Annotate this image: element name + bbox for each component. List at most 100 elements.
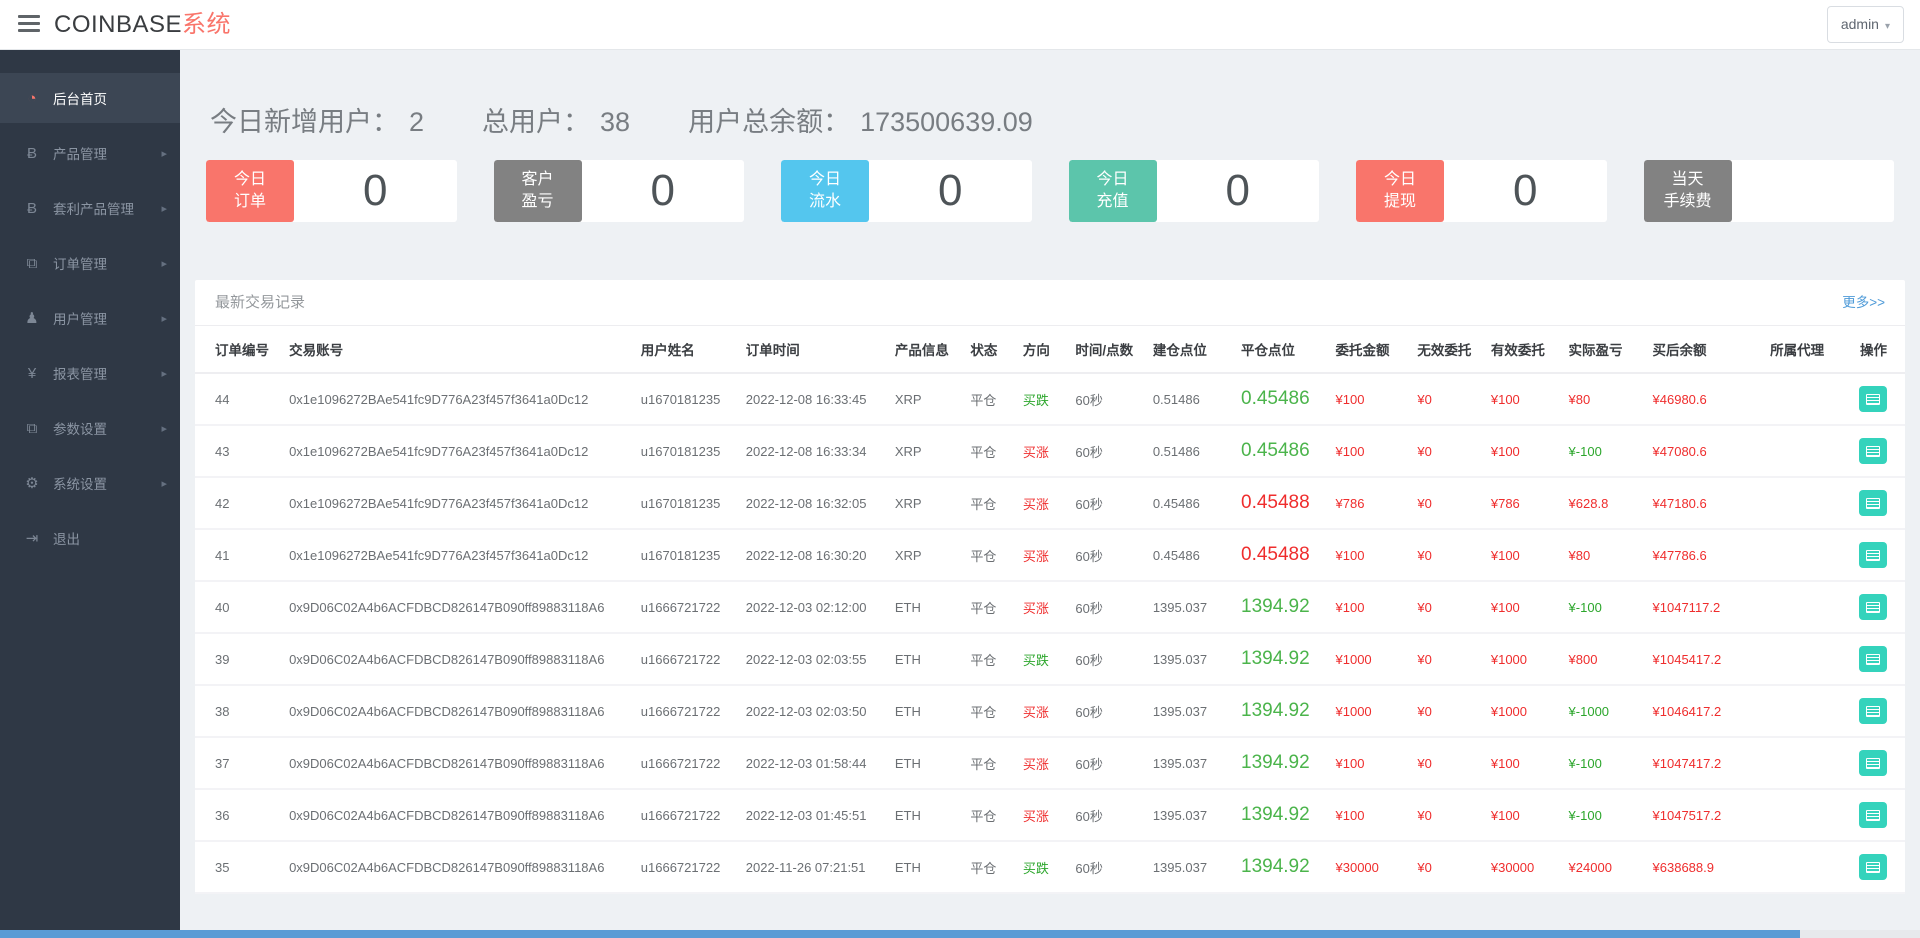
sidebar-item-arbitrage[interactable]: Ƀ 套利产品管理 ▸ <box>0 183 180 233</box>
stat-card-label-line: 手续费 <box>1663 193 1712 210</box>
sidebar-item-label: 退出 <box>53 532 80 547</box>
view-order-button[interactable] <box>1859 750 1887 776</box>
cell-id: 44 <box>195 373 282 426</box>
sidebar-item-users[interactable]: ♟ 用户管理 ▸ <box>0 293 180 343</box>
cell-dir: 买跌 <box>1014 633 1068 686</box>
view-order-button[interactable] <box>1859 646 1887 672</box>
cell-agent <box>1762 373 1849 426</box>
chevron-right-icon: ▸ <box>161 202 167 215</box>
app-logo-main: COINBASE <box>54 11 183 38</box>
chevron-right-icon: ▸ <box>161 422 167 435</box>
cell-action <box>1848 373 1905 426</box>
cell-open: 0.51486 <box>1144 373 1234 426</box>
sidebar-item-reports[interactable]: ¥ 报表管理 ▸ <box>0 348 180 398</box>
cell-action <box>1848 581 1905 634</box>
order-detail-icon <box>1866 497 1880 509</box>
stat-card-value <box>1732 160 1895 222</box>
app-logo: COINBASE系统 <box>54 0 231 49</box>
cell-close: 0.45488 <box>1233 529 1328 582</box>
sidebar-item-orders[interactable]: ⧉ 订单管理 ▸ <box>0 238 180 288</box>
logout-icon: ⇥ <box>25 530 39 547</box>
sidebar-item-params[interactable]: ⧉ 参数设置 ▸ <box>0 403 180 453</box>
stat-card-label-line: 今日 <box>233 170 266 188</box>
sidebar-item-products[interactable]: Ƀ 产品管理 ▸ <box>0 128 180 178</box>
sidebar-item-label: 系统设置 <box>53 477 107 492</box>
order-detail-icon <box>1866 393 1880 405</box>
summary-stats: 今日新增用户： 2 总用户： 38 用户总余额： 173500639.09 <box>210 100 1920 139</box>
cell-invalid: ¥0 <box>1409 529 1483 582</box>
table-row: 41 0x1e1096272BAe541fc9D776A23f457f3641a0… <box>195 529 1905 582</box>
chevron-right-icon: ▸ <box>161 312 167 325</box>
view-order-button[interactable] <box>1859 386 1887 412</box>
cell-action <box>1848 425 1905 478</box>
cell-valid: ¥100 <box>1482 789 1561 842</box>
stat-card-label: 今日 提现 <box>1356 160 1444 222</box>
main-content: 今日新增用户： 2 总用户： 38 用户总余额： 173500639.09 今日 订单 0… <box>180 50 1920 930</box>
table-row: 39 0x9D06C02A4b6ACFDBCD826147B090ff898831… <box>195 633 1905 686</box>
yen-icon: ¥ <box>27 364 37 382</box>
cell-open: 0.45486 <box>1144 529 1234 582</box>
sidebar-item-label: 订单管理 <box>53 257 107 272</box>
params-icon: ⧉ <box>26 419 38 437</box>
stat-card-label: 当天 手续费 <box>1643 160 1732 222</box>
stat-new-users: 今日新增用户： 2 <box>210 100 424 139</box>
cell-invalid: ¥0 <box>1409 789 1483 842</box>
gear-icon: ⚙ <box>25 475 39 492</box>
cell-time: 2022-12-03 02:03:50 <box>737 685 887 738</box>
table-row: 44 0x1e1096272BAe541fc9D776A23f457f3641a0… <box>195 373 1905 426</box>
cell-balance: ¥47080.6 <box>1644 425 1763 478</box>
cell-status: 平仓 <box>962 841 1015 894</box>
view-order-button[interactable] <box>1859 802 1887 828</box>
cell-profit: ¥-100 <box>1560 581 1645 634</box>
view-order-button[interactable] <box>1859 698 1887 724</box>
cell-dir: 买涨 <box>1014 737 1068 790</box>
stat-total-users-label: 总用户： <box>482 107 591 137</box>
cell-id: 42 <box>195 477 282 530</box>
view-order-button[interactable] <box>1859 542 1887 568</box>
sidebar-item-home[interactable]: ◔ 后台首页 <box>0 73 180 123</box>
view-order-button[interactable] <box>1859 854 1887 880</box>
cell-balance: ¥638688.9 <box>1644 841 1763 894</box>
cell-agent <box>1762 477 1849 530</box>
app-logo-accent: 系统 <box>182 11 232 38</box>
order-detail-icon <box>1866 809 1880 821</box>
cell-name: u1666721722 <box>632 685 738 738</box>
user-menu-button[interactable]: admin ▾ <box>1826 6 1904 43</box>
hamburger-menu-icon[interactable] <box>18 15 40 32</box>
orders-icon: ⧉ <box>26 254 38 272</box>
cell-dir: 买涨 <box>1014 685 1068 738</box>
cell-profit: ¥-100 <box>1560 737 1645 790</box>
table-row: 37 0x9D06C02A4b6ACFDBCD826147B090ff898831… <box>195 737 1905 790</box>
stat-card-label-line: 今日 <box>1383 170 1416 188</box>
cell-account: 0x9D06C02A4b6ACFDBCD826147B090ff89883118… <box>281 841 633 894</box>
cell-id: 43 <box>195 425 282 478</box>
cell-close: 1394.92 <box>1233 737 1328 790</box>
cell-action <box>1848 633 1905 686</box>
horizontal-scrollbar-thumb[interactable] <box>0 930 1800 938</box>
stat-total-balance-value: 173500639.09 <box>860 107 1033 137</box>
cell-dir: 买涨 <box>1014 425 1068 478</box>
sidebar-item-system[interactable]: ⚙ 系统设置 ▸ <box>0 458 180 508</box>
sidebar-item-logout[interactable]: ⇥ 退出 <box>0 513 180 563</box>
view-order-button[interactable] <box>1859 490 1887 516</box>
stat-card-value: 0 <box>938 166 963 215</box>
view-order-button[interactable] <box>1859 438 1887 464</box>
stat-card-label-line: 提现 <box>1383 193 1416 210</box>
cell-time: 2022-11-26 07:21:51 <box>737 841 887 894</box>
cell-agent <box>1762 685 1849 738</box>
column-header: 方向 <box>1014 326 1068 374</box>
cell-product: ETH <box>886 685 963 738</box>
cell-agent <box>1762 581 1849 634</box>
stat-card-label-line: 今日 <box>808 170 841 188</box>
more-link[interactable]: 更多>> <box>1842 280 1885 326</box>
cell-valid: ¥786 <box>1482 477 1561 530</box>
cell-account: 0x1e1096272BAe541fc9D776A23f457f3641a0Dc… <box>281 373 633 426</box>
stat-total-balance: 用户总余额： 173500639.09 <box>688 100 1033 139</box>
user-icon: ♟ <box>25 310 39 327</box>
view-order-button[interactable] <box>1859 594 1887 620</box>
stat-card: 今日 充值 0 <box>1068 160 1319 222</box>
cell-product: XRP <box>886 425 963 478</box>
cell-status: 平仓 <box>962 789 1015 842</box>
cell-dir: 买涨 <box>1014 581 1068 634</box>
sidebar-menu: ◔ 后台首页 Ƀ 产品管理 ▸ Ƀ 套利产品管理 ▸ ⧉ 订单管理 ▸ ♟ 用户管理 ▸ ¥ 报表管理 ▸ ⧉ 参数… <box>0 50 180 563</box>
